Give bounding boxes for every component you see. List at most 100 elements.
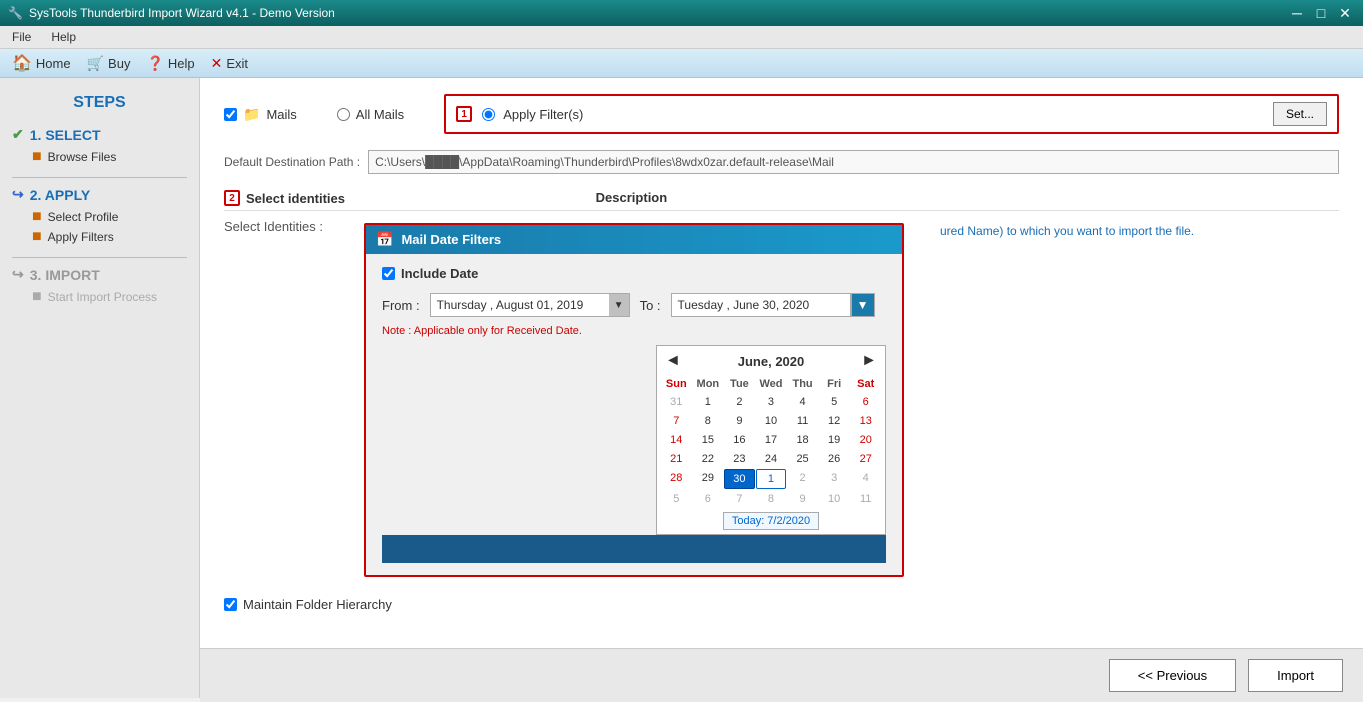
title-bar-text: SysTools Thunderbird Import Wizard v4.1 … <box>29 6 335 20</box>
calendar-day[interactable]: 25 <box>787 450 818 468</box>
calendar-day[interactable]: 20 <box>850 431 881 449</box>
cal-day-header: Tue <box>724 376 755 392</box>
sidebar-item-select-profile[interactable]: ■ Select Profile <box>12 207 187 227</box>
sidebar-item-apply-filters[interactable]: ■ Apply Filters <box>12 227 187 247</box>
calendar-day[interactable]: 24 <box>756 450 787 468</box>
from-date-dropdown[interactable]: Thursday , August 01, 2019 ▼ <box>430 293 630 317</box>
cal-day-header: Mon <box>693 376 724 392</box>
help-icon: ❓ <box>146 55 163 72</box>
calendar-day[interactable]: 13 <box>850 412 881 430</box>
home-icon: 🏠 <box>12 53 32 73</box>
calendar-day[interactable]: 2 <box>787 469 818 489</box>
apply-filters-radio[interactable] <box>482 108 495 121</box>
sidebar-step-3: ↪ 3. IMPORT ■ Start Import Process <box>12 266 187 307</box>
from-dropdown-arrow-icon: ▼ <box>609 294 629 316</box>
calendar-day[interactable]: 29 <box>693 469 724 489</box>
minimize-button[interactable]: ─ <box>1287 4 1307 22</box>
title-bar: 🔧 SysTools Thunderbird Import Wizard v4.… <box>0 0 1363 26</box>
calendar-day[interactable]: 21 <box>661 450 692 468</box>
toolbar-exit[interactable]: ✕ Exit <box>211 55 248 72</box>
mail-date-filters-dialog: 📅 Mail Date Filters Include Date From : … <box>364 223 904 577</box>
to-calendar-button[interactable]: ▼ <box>851 293 875 317</box>
calendar-day[interactable]: 4 <box>850 469 881 489</box>
calendar-day[interactable]: 28 <box>661 469 692 489</box>
calendar-prev-icon[interactable]: ◄ <box>665 352 681 370</box>
calendar-day[interactable]: 26 <box>819 450 850 468</box>
calendar-day[interactable]: 18 <box>787 431 818 449</box>
calendar-day[interactable]: 8 <box>693 412 724 430</box>
calendar-day[interactable]: 11 <box>850 490 881 508</box>
calendar-day[interactable]: 10 <box>819 490 850 508</box>
calendar-day[interactable]: 9 <box>724 412 755 430</box>
content-area: 📁 Mails All Mails 1 Apply Filter(s) Set.… <box>200 78 1363 698</box>
calendar-grid: SunMonTueWedThuFriSat3112345678910111213… <box>661 376 881 508</box>
all-mails-radio[interactable] <box>337 108 350 121</box>
menu-help[interactable]: Help <box>47 28 80 46</box>
calendar-day[interactable]: 3 <box>756 393 787 411</box>
calendar-day[interactable]: 5 <box>819 393 850 411</box>
dialog-blue-bar <box>382 535 886 563</box>
set-button[interactable]: Set... <box>1273 102 1327 126</box>
bottom-bar: << Previous Import <box>200 648 1363 702</box>
calendar-day[interactable]: 27 <box>850 450 881 468</box>
path-input[interactable] <box>368 150 1339 174</box>
calendar-day[interactable]: 31 <box>661 393 692 411</box>
toolbar-home[interactable]: 🏠 Home <box>12 53 71 73</box>
sidebar-item-browse-files[interactable]: ■ Browse Files <box>12 147 187 167</box>
calendar-day[interactable]: 7 <box>724 490 755 508</box>
maintain-folder-row: Maintain Folder Hierarchy <box>224 597 1339 612</box>
include-date-checkbox[interactable] <box>382 267 395 280</box>
exit-icon: ✕ <box>211 55 223 72</box>
calendar-day[interactable]: 5 <box>661 490 692 508</box>
from-date-value: Thursday , August 01, 2019 <box>437 298 584 312</box>
calendar-day[interactable]: 1 <box>693 393 724 411</box>
calendar-day[interactable]: 6 <box>693 490 724 508</box>
to-date-dropdown[interactable]: Tuesday , June 30, 2020 <box>671 293 851 317</box>
bullet-icon-4: ■ <box>32 289 42 305</box>
calendar-day[interactable]: 17 <box>756 431 787 449</box>
calendar-day[interactable]: 1 <box>756 469 787 489</box>
app-icon: 🔧 <box>8 6 23 20</box>
calendar-day[interactable]: 6 <box>850 393 881 411</box>
calendar-day[interactable]: 19 <box>819 431 850 449</box>
calendar-day[interactable]: 8 <box>756 490 787 508</box>
step3-label: 3. IMPORT <box>30 267 100 283</box>
maximize-button[interactable]: □ <box>1311 4 1331 22</box>
steps-title: STEPS <box>12 94 187 112</box>
calendar-day[interactable]: 7 <box>661 412 692 430</box>
calendar-day[interactable]: 15 <box>693 431 724 449</box>
today-button[interactable]: Today: 7/2/2020 <box>723 512 819 530</box>
calendar-dropdown-icon: ▼ <box>857 298 869 312</box>
title-bar-controls[interactable]: ─ □ ✕ <box>1287 4 1355 22</box>
calendar-day[interactable]: 23 <box>724 450 755 468</box>
toolbar-help[interactable]: ❓ Help <box>146 55 194 72</box>
calendar-day[interactable]: 14 <box>661 431 692 449</box>
identities-area: Select Identities : 📅 Mail Date Filters … <box>224 219 1339 577</box>
calendar-next-icon[interactable]: ► <box>861 352 877 370</box>
calendar-day[interactable]: 30 <box>724 469 755 489</box>
toolbar-buy[interactable]: 🛒 Buy <box>87 55 131 72</box>
close-button[interactable]: ✕ <box>1335 4 1355 22</box>
calendar-day[interactable]: 4 <box>787 393 818 411</box>
to-label: To : <box>640 298 661 313</box>
calendar-day[interactable]: 9 <box>787 490 818 508</box>
date-range-row: From : Thursday , August 01, 2019 ▼ To :… <box>382 293 886 317</box>
previous-button[interactable]: << Previous <box>1109 659 1236 692</box>
menu-file[interactable]: File <box>8 28 35 46</box>
cal-day-header: Wed <box>756 376 787 392</box>
calendar-day[interactable]: 3 <box>819 469 850 489</box>
mails-checkbox[interactable] <box>224 108 237 121</box>
calendar-day[interactable]: 12 <box>819 412 850 430</box>
divider-2 <box>12 257 187 258</box>
calendar-header: ◄ June, 2020 ► <box>661 350 881 372</box>
calendar-day[interactable]: 11 <box>787 412 818 430</box>
import-button[interactable]: Import <box>1248 659 1343 692</box>
calendar-day[interactable]: 16 <box>724 431 755 449</box>
maintain-folder-checkbox[interactable] <box>224 598 237 611</box>
sidebar-item-start-import[interactable]: ■ Start Import Process <box>12 287 187 307</box>
calendar-day[interactable]: 2 <box>724 393 755 411</box>
step2-header: ↪ 2. APPLY <box>12 186 187 203</box>
step1-check-icon: ✔ <box>12 126 24 143</box>
calendar-day[interactable]: 22 <box>693 450 724 468</box>
calendar-day[interactable]: 10 <box>756 412 787 430</box>
